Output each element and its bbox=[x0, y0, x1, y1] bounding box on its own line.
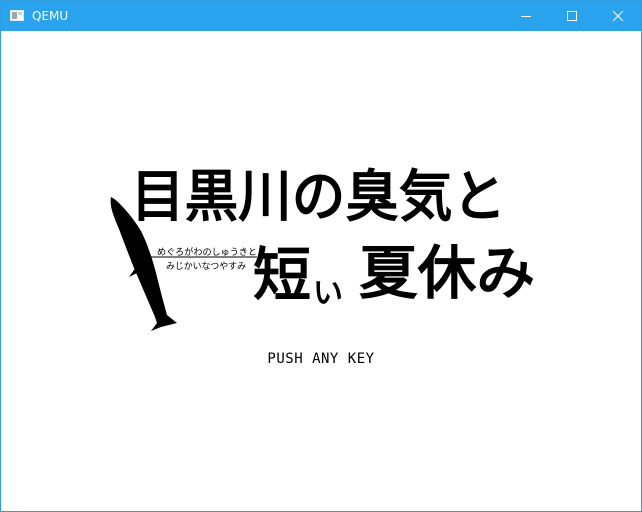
window-title: QEMU bbox=[32, 9, 69, 23]
qemu-app-icon[interactable] bbox=[10, 10, 24, 21]
maximize-button[interactable] bbox=[549, 1, 595, 31]
title-line-2-natsuyasumi: 夏休み bbox=[359, 239, 535, 307]
qemu-window: QEMU 目黒川の臭気と めぐろがわのしゅうきと みじかいなつやすみ 短 い 夏… bbox=[0, 0, 642, 512]
emulator-screen[interactable]: 目黒川の臭気と めぐろがわのしゅうきと みじかいなつやすみ 短 い 夏休み PU… bbox=[1, 31, 641, 511]
title-line-1: 目黒川の臭気と bbox=[131, 164, 506, 230]
game-title-logo: 目黒川の臭気と めぐろがわのしゅうきと みじかいなつやすみ 短 い 夏休み bbox=[110, 164, 535, 331]
close-button[interactable] bbox=[595, 1, 641, 31]
maximize-icon bbox=[567, 11, 577, 21]
minimize-icon bbox=[521, 16, 531, 17]
title-line-2-tan: 短 bbox=[253, 241, 311, 309]
ruby-text-2: みじかいなつやすみ bbox=[166, 261, 246, 272]
title-bar[interactable]: QEMU bbox=[1, 1, 641, 31]
ruby-text-1: めぐろがわのしゅうきと bbox=[157, 246, 257, 258]
minimize-button[interactable] bbox=[503, 1, 549, 31]
title-line-2-i: い bbox=[313, 276, 343, 311]
push-any-key-prompt: PUSH ANY KEY bbox=[267, 351, 375, 367]
close-icon bbox=[612, 10, 624, 22]
